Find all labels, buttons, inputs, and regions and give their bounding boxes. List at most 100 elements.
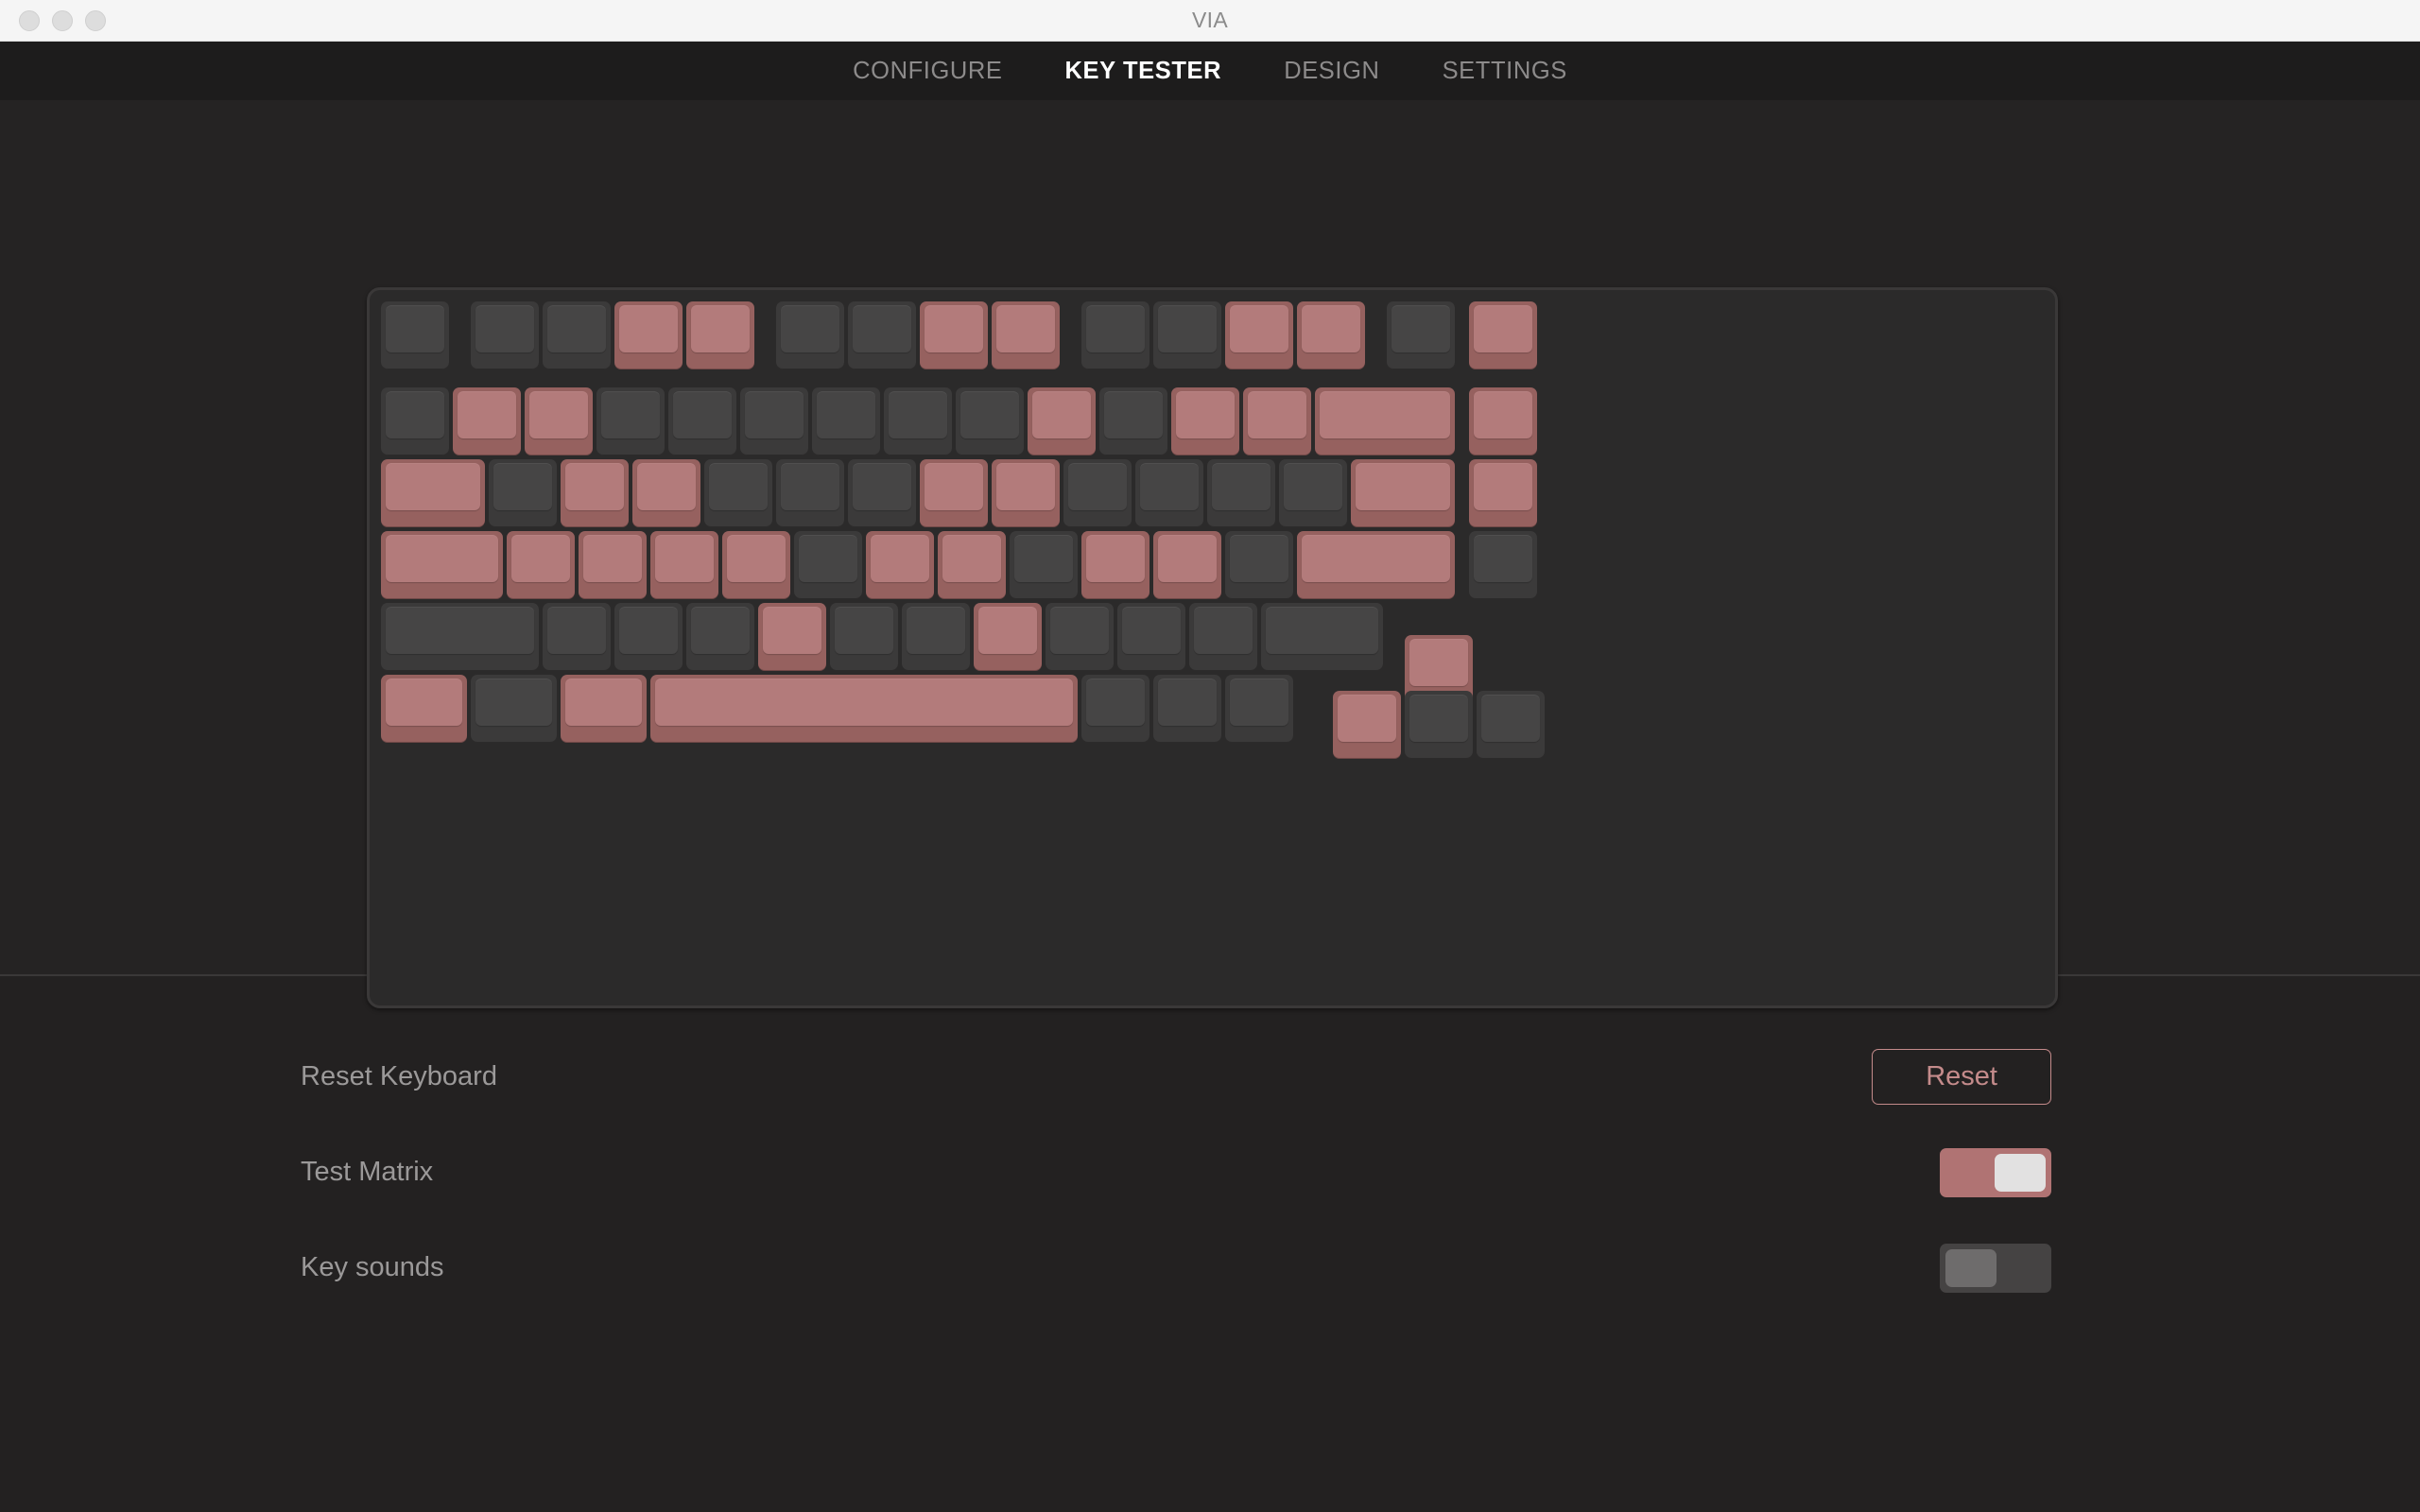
key-bracket-right[interactable] xyxy=(1279,459,1347,528)
key-command-left[interactable] xyxy=(561,675,647,744)
key-c[interactable] xyxy=(686,603,754,672)
key-z[interactable] xyxy=(543,603,611,672)
key-slash[interactable] xyxy=(1189,603,1257,672)
tab-key-tester[interactable]: KEY TESTER xyxy=(1060,54,1228,89)
zoom-button[interactable] xyxy=(85,9,106,31)
key-comma[interactable] xyxy=(1046,603,1114,672)
key-2[interactable] xyxy=(525,387,593,456)
keycap-surface xyxy=(1230,535,1288,583)
key-capslock[interactable] xyxy=(381,531,503,600)
key-enter[interactable] xyxy=(1297,531,1455,600)
key-command-right[interactable] xyxy=(1081,675,1150,744)
keycap-surface xyxy=(960,391,1019,439)
key-grave[interactable] xyxy=(381,387,449,456)
key-f4[interactable] xyxy=(686,301,754,369)
key-f6[interactable] xyxy=(848,301,916,369)
key-minus[interactable] xyxy=(1171,387,1239,456)
key-e[interactable] xyxy=(632,459,700,528)
key-m[interactable] xyxy=(974,603,1042,672)
key-b[interactable] xyxy=(830,603,898,672)
key-v[interactable] xyxy=(758,603,826,672)
key-quote[interactable] xyxy=(1225,531,1293,600)
key-t[interactable] xyxy=(776,459,844,528)
key-h[interactable] xyxy=(866,531,934,600)
key-backspace[interactable] xyxy=(1315,387,1455,456)
key-8[interactable] xyxy=(956,387,1024,456)
key-bracket-left[interactable] xyxy=(1207,459,1275,528)
key-x[interactable] xyxy=(614,603,683,672)
key-space[interactable] xyxy=(650,675,1078,744)
key-arrow-down[interactable] xyxy=(1405,690,1473,759)
key-f9[interactable] xyxy=(1081,301,1150,369)
key-4[interactable] xyxy=(668,387,736,456)
key-f2[interactable] xyxy=(543,301,611,369)
key-f8[interactable] xyxy=(992,301,1060,369)
key-w[interactable] xyxy=(561,459,629,528)
tab-design[interactable]: DESIGN xyxy=(1278,54,1385,89)
key-5[interactable] xyxy=(740,387,808,456)
key-p[interactable] xyxy=(1135,459,1203,528)
key-period[interactable] xyxy=(1117,603,1185,672)
key-q[interactable] xyxy=(489,459,557,528)
key-s[interactable] xyxy=(579,531,647,600)
key-backslash[interactable] xyxy=(1351,459,1455,528)
key-i[interactable] xyxy=(992,459,1060,528)
keycap-surface xyxy=(583,535,642,583)
key-option-left[interactable] xyxy=(471,675,557,744)
key-shift-left[interactable] xyxy=(381,603,539,672)
toggle-test-matrix[interactable] xyxy=(1940,1147,2051,1197)
key-k[interactable] xyxy=(1010,531,1078,600)
keycap-surface xyxy=(799,535,857,583)
key-arrow-left[interactable] xyxy=(1333,690,1401,759)
toggle-key-sounds[interactable] xyxy=(1940,1243,2051,1293)
key-g[interactable] xyxy=(794,531,862,600)
key-shift-right[interactable] xyxy=(1261,603,1383,672)
key-f5[interactable] xyxy=(776,301,844,369)
key-6[interactable] xyxy=(812,387,880,456)
key-0[interactable] xyxy=(1099,387,1167,456)
key-a[interactable] xyxy=(507,531,575,600)
key-home[interactable] xyxy=(1469,301,1538,369)
key-1[interactable] xyxy=(453,387,521,456)
key-semicolon[interactable] xyxy=(1153,531,1221,600)
key-u[interactable] xyxy=(920,459,988,528)
tab-settings[interactable]: SETTINGS xyxy=(1437,54,1573,89)
key-control[interactable] xyxy=(381,675,467,744)
key-j[interactable] xyxy=(938,531,1006,600)
close-button[interactable] xyxy=(19,9,40,31)
key-option-right[interactable] xyxy=(1153,675,1221,744)
reset-button[interactable]: Reset xyxy=(1872,1049,2051,1105)
key-l[interactable] xyxy=(1081,531,1150,600)
key-f1[interactable] xyxy=(471,301,539,369)
key-arrow-right[interactable] xyxy=(1477,690,1545,759)
key-f12[interactable] xyxy=(1297,301,1365,369)
key-pageup[interactable] xyxy=(1469,387,1538,456)
key-delete[interactable] xyxy=(1387,301,1455,369)
key-f11[interactable] xyxy=(1225,301,1293,369)
minimize-button[interactable] xyxy=(52,9,73,31)
keycap-surface xyxy=(1158,535,1217,583)
key-f10[interactable] xyxy=(1153,301,1221,369)
keycap-surface xyxy=(619,607,678,655)
keycap-surface xyxy=(996,305,1055,352)
keycap-surface xyxy=(1392,305,1450,352)
key-pagedown[interactable] xyxy=(1469,459,1538,528)
key-esc[interactable] xyxy=(381,301,449,369)
key-7[interactable] xyxy=(884,387,952,456)
key-f3[interactable] xyxy=(614,301,683,369)
key-f7[interactable] xyxy=(920,301,988,369)
key-r[interactable] xyxy=(704,459,772,528)
key-3[interactable] xyxy=(596,387,665,456)
key-9[interactable] xyxy=(1028,387,1096,456)
key-y[interactable] xyxy=(848,459,916,528)
key-equal[interactable] xyxy=(1243,387,1311,456)
key-tab[interactable] xyxy=(381,459,485,528)
keycap-surface xyxy=(1086,535,1145,583)
key-o[interactable] xyxy=(1063,459,1132,528)
key-d[interactable] xyxy=(650,531,718,600)
key-fn[interactable] xyxy=(1225,675,1293,744)
tab-configure[interactable]: CONFIGURE xyxy=(847,54,1008,89)
key-f[interactable] xyxy=(722,531,790,600)
key-end[interactable] xyxy=(1469,531,1538,600)
key-n[interactable] xyxy=(902,603,970,672)
